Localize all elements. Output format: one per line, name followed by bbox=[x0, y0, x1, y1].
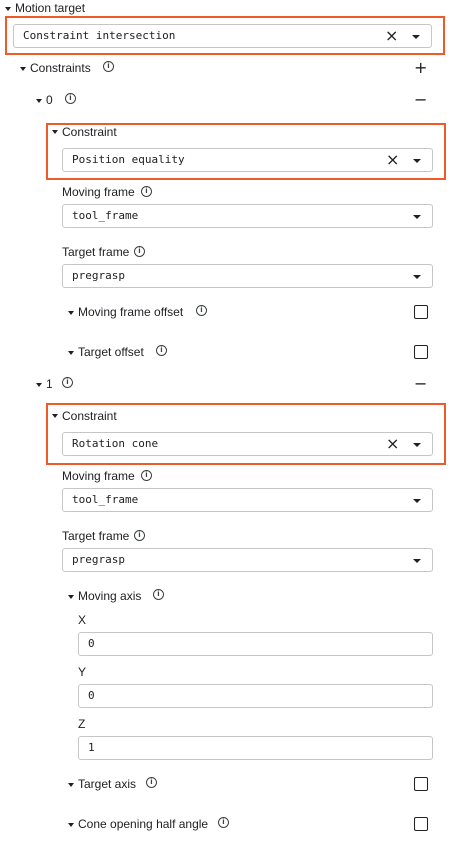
constraint-1-label: Constraint bbox=[62, 409, 117, 423]
moving-frame-offset-0-label: Moving frame offset bbox=[78, 305, 184, 319]
target-offset-0-checkbox[interactable] bbox=[414, 345, 428, 359]
info-icon[interactable]: i bbox=[153, 589, 164, 600]
constraint-0-select[interactable]: Position equality × bbox=[62, 148, 433, 172]
dropdown-arrow-icon[interactable] bbox=[413, 443, 421, 447]
axis-z-label: Z bbox=[78, 717, 86, 731]
constraint-1-value: Rotation cone bbox=[72, 437, 159, 450]
dropdown-arrow-icon[interactable] bbox=[413, 215, 421, 219]
dropdown-arrow-icon[interactable] bbox=[412, 35, 420, 39]
axis-y-input[interactable]: 0 bbox=[78, 684, 433, 708]
cone-angle-caret-icon[interactable] bbox=[68, 823, 74, 827]
constraint-0-caret-icon[interactable] bbox=[52, 130, 58, 134]
close-icon[interactable]: × bbox=[386, 152, 399, 168]
axis-z-input[interactable]: 1 bbox=[78, 736, 433, 760]
moving-frame-1-label: Moving frame bbox=[62, 469, 135, 483]
axis-y-label: Y bbox=[78, 665, 87, 679]
dropdown-arrow-icon[interactable] bbox=[413, 499, 421, 503]
target-frame-1-value: pregrasp bbox=[72, 553, 125, 566]
info-icon[interactable]: i bbox=[141, 186, 152, 197]
item-1-caret-icon[interactable] bbox=[36, 383, 42, 387]
info-icon[interactable]: i bbox=[62, 377, 73, 388]
moving-frame-1-value: tool_frame bbox=[72, 493, 139, 506]
dropdown-arrow-icon[interactable] bbox=[413, 559, 421, 563]
constraints-label: Constraints bbox=[30, 61, 91, 75]
axis-z-value: 1 bbox=[88, 741, 95, 754]
moving-axis-caret-icon[interactable] bbox=[68, 595, 74, 599]
moving-frame-0-select[interactable]: tool_frame bbox=[62, 204, 433, 228]
constraint-1-select[interactable]: Rotation cone × bbox=[62, 432, 433, 456]
moving-frame-1-select[interactable]: tool_frame bbox=[62, 488, 433, 512]
info-icon[interactable]: i bbox=[196, 305, 207, 316]
axis-x-input[interactable]: 0 bbox=[78, 632, 433, 656]
info-icon[interactable]: i bbox=[156, 345, 167, 356]
remove-item-1-button[interactable]: − bbox=[414, 376, 427, 392]
target-frame-0-select[interactable]: pregrasp bbox=[62, 264, 433, 288]
axis-x-value: 0 bbox=[88, 637, 95, 650]
cone-angle-label: Cone opening half angle bbox=[78, 817, 209, 831]
item-1-index: 1 bbox=[46, 377, 53, 391]
constraint-1-caret-icon[interactable] bbox=[52, 414, 58, 418]
moving-frame-offset-0-checkbox[interactable] bbox=[414, 305, 428, 319]
motion-target-label: Motion target bbox=[15, 1, 86, 15]
target-offset-0-label: Target offset bbox=[78, 345, 144, 359]
moving-frame-offset-0-caret-icon[interactable] bbox=[68, 311, 74, 315]
dropdown-arrow-icon[interactable] bbox=[413, 275, 421, 279]
moving-frame-0-value: tool_frame bbox=[72, 209, 139, 222]
remove-item-0-button[interactable]: − bbox=[414, 92, 427, 108]
item-0-caret-icon[interactable] bbox=[36, 99, 42, 103]
axis-y-value: 0 bbox=[88, 689, 95, 702]
add-constraint-button[interactable]: + bbox=[414, 60, 427, 76]
target-frame-0-label: Target frame bbox=[62, 245, 130, 259]
motion-target-select[interactable]: Constraint intersection × bbox=[13, 24, 432, 48]
axis-x-label: X bbox=[78, 613, 87, 627]
info-icon[interactable]: i bbox=[103, 61, 114, 72]
info-icon[interactable]: i bbox=[65, 93, 76, 104]
target-frame-0-value: pregrasp bbox=[72, 269, 125, 282]
target-frame-1-select[interactable]: pregrasp bbox=[62, 548, 433, 572]
target-offset-0-caret-icon[interactable] bbox=[68, 351, 74, 355]
cone-angle-checkbox[interactable] bbox=[414, 817, 428, 831]
motion-target-value: Constraint intersection bbox=[23, 29, 176, 42]
motion-target-caret-icon[interactable] bbox=[5, 7, 11, 11]
close-icon[interactable]: × bbox=[385, 28, 398, 44]
info-icon[interactable]: i bbox=[141, 470, 152, 481]
target-axis-caret-icon[interactable] bbox=[68, 783, 74, 787]
dropdown-arrow-icon[interactable] bbox=[413, 159, 421, 163]
target-axis-label: Target axis bbox=[78, 777, 137, 791]
info-icon[interactable]: i bbox=[146, 777, 157, 788]
info-icon[interactable]: i bbox=[134, 246, 145, 257]
close-icon[interactable]: × bbox=[386, 436, 399, 452]
constraints-caret-icon[interactable] bbox=[20, 67, 26, 71]
info-icon[interactable]: i bbox=[134, 530, 145, 541]
constraint-0-value: Position equality bbox=[72, 153, 185, 166]
moving-axis-label: Moving axis bbox=[78, 589, 142, 603]
info-icon[interactable]: i bbox=[218, 817, 229, 828]
constraint-0-label: Constraint bbox=[62, 125, 117, 139]
target-frame-1-label: Target frame bbox=[62, 529, 130, 543]
item-0-index: 0 bbox=[46, 93, 53, 107]
moving-frame-0-label: Moving frame bbox=[62, 185, 135, 199]
target-axis-checkbox[interactable] bbox=[414, 777, 428, 791]
